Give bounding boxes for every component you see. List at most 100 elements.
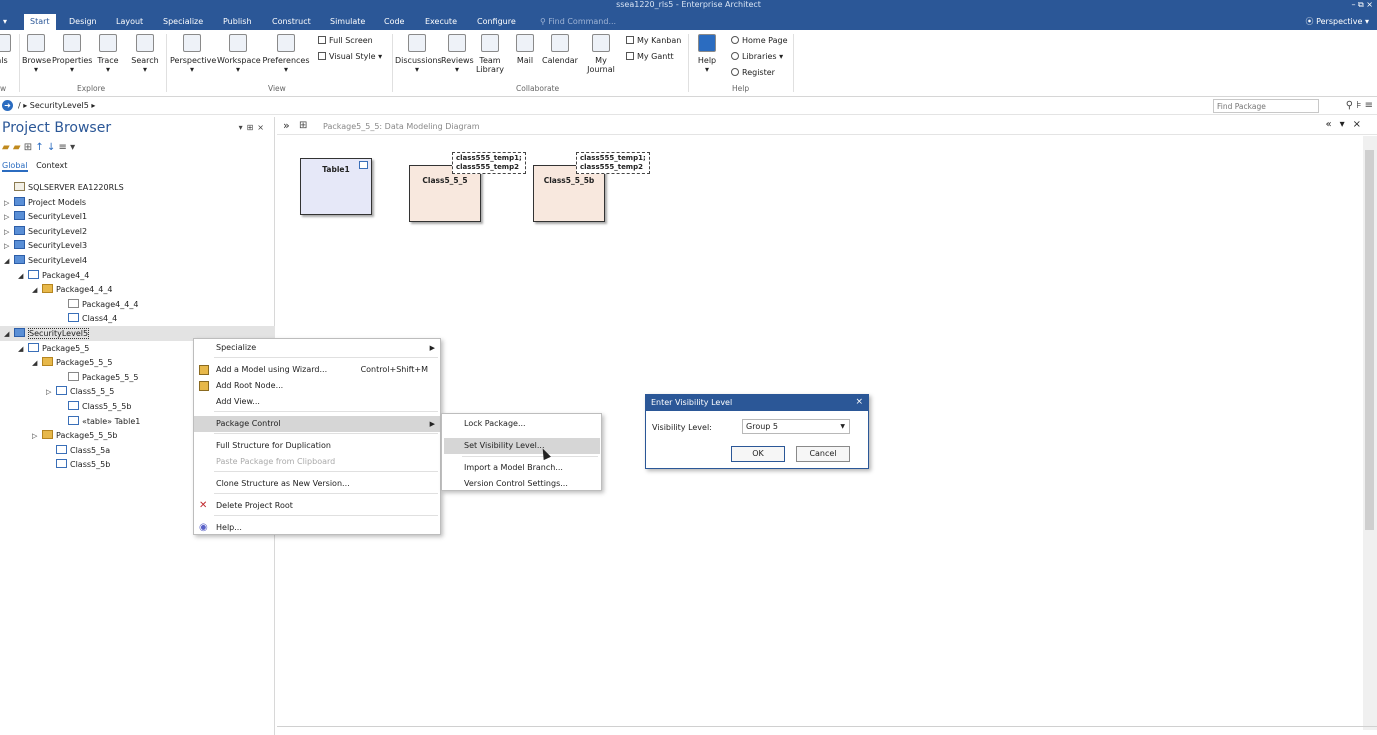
vertical-scrollbar[interactable] [1363,136,1377,730]
context-menu-item[interactable]: Add View... [194,394,440,410]
collapse-icon[interactable]: « [1325,119,1339,130]
tab-code[interactable]: Code [378,14,410,30]
tab-construct[interactable]: Construct [266,14,317,30]
trace-button[interactable]: Trace ▾ [95,34,121,74]
bottom-tab-strip[interactable] [277,726,1377,735]
ribbon-cut-button[interactable]: als [0,34,12,65]
ok-button[interactable]: OK [731,446,785,462]
scrollbar-thumb[interactable] [1365,150,1374,530]
visibility-level-select[interactable]: Group 5 ▼ [742,419,850,434]
submenu-item[interactable]: Set Visibility Level... [444,438,600,454]
close-icon[interactable]: × [257,123,268,132]
tree-node[interactable]: Class5_5a [46,444,110,458]
expand-toggle-icon[interactable]: ◢ [18,270,28,283]
my-gantt-button[interactable]: My Gantt [626,52,674,61]
submenu-item[interactable]: Lock Package... [444,416,600,432]
tab-execute[interactable]: Execute [419,14,463,30]
context-menu-item[interactable]: Specialize ▶ [194,340,440,356]
expand-toggle-icon[interactable]: ▷ [32,430,42,443]
tree-node[interactable]: Package5_5_5 [58,371,138,385]
expand-toggle-icon[interactable]: ◢ [4,328,14,341]
expand-toggle-icon[interactable]: ▷ [4,197,14,210]
mail-button[interactable]: Mail [513,34,537,65]
browse-button[interactable]: Browse ▾ [22,34,51,74]
close-icon[interactable]: × [855,395,863,410]
tree-node[interactable]: «table» Table1 [58,415,140,429]
full-screen-button[interactable]: Full Screen [318,36,373,45]
tree-node[interactable]: ◢ SecurityLevel5 [4,327,90,341]
tab-publish[interactable]: Publish [217,14,258,30]
hamburger-menu-icon[interactable]: ≡ [1365,100,1373,111]
expand-toggle-icon[interactable]: ▷ [46,386,56,399]
libraries-button[interactable]: Libraries ▾ [731,52,783,61]
tab-global[interactable]: Global [2,161,28,172]
home-page-button[interactable]: Home Page [731,36,788,45]
pin-icon[interactable]: ⊞ [247,123,258,132]
tree-node[interactable]: ▷ Package5_5_5b [32,429,118,443]
diagram-element-table1[interactable]: Table1 [300,158,372,215]
breadcrumb-tools[interactable]: ⚲ ⊧ ≡ [1346,100,1373,111]
tree-node[interactable]: ◢ Package4_4 [18,269,89,283]
tab-configure[interactable]: Configure [471,14,522,30]
my-journal-button[interactable]: My Journal [586,34,616,74]
perspective-button[interactable]: ⦿ Perspective ▾ [1306,14,1369,30]
expand-chevron-icon[interactable]: » [283,119,290,132]
breadcrumb-path[interactable]: / ▸ SecurityLevel5 ▸ [18,101,95,110]
help-button[interactable]: Help ▾ [694,34,720,74]
submenu-item[interactable]: Import a Model Branch... [444,460,600,476]
window-controls[interactable]: – ⧉ × [1351,0,1373,10]
tree-node[interactable]: Class4_4 [58,312,117,326]
visual-style-button[interactable]: Visual Style ▾ [318,52,382,61]
panel-controls[interactable]: ▾⊞× [239,123,268,132]
register-button[interactable]: Register [731,68,775,77]
navigate-arrow-icon[interactable]: ➜ [2,100,13,111]
tab-design[interactable]: Design [63,14,103,30]
team-library-button[interactable]: Team Library [476,34,504,74]
new-folder-icon[interactable]: ▰ [13,142,21,153]
dropdown-icon[interactable]: ▾ [1340,119,1353,130]
tree-node[interactable]: SQLSERVER EA1220RLS [4,181,124,195]
tab-specialize[interactable]: Specialize [157,14,209,30]
context-menu-item[interactable]: ◉ Help... [194,520,440,536]
perspective-ribbon-button[interactable]: Perspective ▾ [170,34,216,74]
tree-node[interactable]: ▷ SecurityLevel1 [4,210,87,224]
discussions-button[interactable]: Discussions ▾ [395,34,442,74]
context-menu-item[interactable]: Full Structure for Duplication [194,438,440,454]
tree-node[interactable]: Class5_5b [46,458,110,472]
preferences-button[interactable]: Preferences ▾ [262,34,310,74]
context-menu-item[interactable]: Clone Structure as New Version... [194,476,440,492]
tree-node[interactable]: ▷ Class5_5_5 [46,385,114,399]
tab-simulate[interactable]: Simulate [324,14,371,30]
tree-node[interactable]: ◢ Package5_5_5 [32,356,112,370]
tree-node[interactable]: ▷ SecurityLevel3 [4,239,87,253]
expand-toggle-icon[interactable]: ◢ [32,284,42,297]
cancel-button[interactable]: Cancel [796,446,850,462]
expand-toggle-icon[interactable]: ◢ [4,255,14,268]
menu-icon[interactable]: ≡ ▾ [59,142,76,153]
expand-toggle-icon[interactable]: ▷ [4,211,14,224]
tree-node[interactable]: ▷ SecurityLevel2 [4,225,87,239]
my-kanban-button[interactable]: My Kanban [626,36,681,45]
tree-node[interactable]: ◢ SecurityLevel4 [4,254,87,268]
diagram-tab-title[interactable]: Package5_5_5: Data Modeling Diagram [323,122,480,131]
expand-toggle-icon[interactable]: ◢ [18,343,28,356]
context-menu-item[interactable]: Package Control ▶ [194,416,440,432]
find-package-input[interactable] [1213,99,1319,113]
move-up-icon[interactable]: ↑ [35,142,43,153]
workspace-button[interactable]: Workspace ▾ [217,34,261,74]
tab-controls[interactable]: «▾× [1325,119,1369,130]
submenu-item[interactable]: Version Control Settings... [444,476,600,492]
tree-node[interactable]: Package4_4_4 [58,298,138,312]
tree-node[interactable]: Class5_5_5b [58,400,131,414]
tree-node[interactable]: ◢ Package4_4_4 [32,283,112,297]
expand-toggle-icon[interactable]: ▷ [4,226,14,239]
expand-toggle-icon[interactable]: ▷ [4,240,14,253]
tree-node[interactable]: ▷ Project Models [4,196,86,210]
find-command-box[interactable]: ⚲ Find Command... [540,14,616,30]
tree-node[interactable]: ◢ Package5_5 [18,342,89,356]
move-down-icon[interactable]: ↓ [47,142,55,153]
search-icon[interactable]: ⚲ [1346,100,1353,111]
filter-icon[interactable]: ⊧ [1356,100,1361,111]
new-package-icon[interactable]: ▰ [2,142,10,153]
calendar-button[interactable]: Calendar [541,34,579,65]
